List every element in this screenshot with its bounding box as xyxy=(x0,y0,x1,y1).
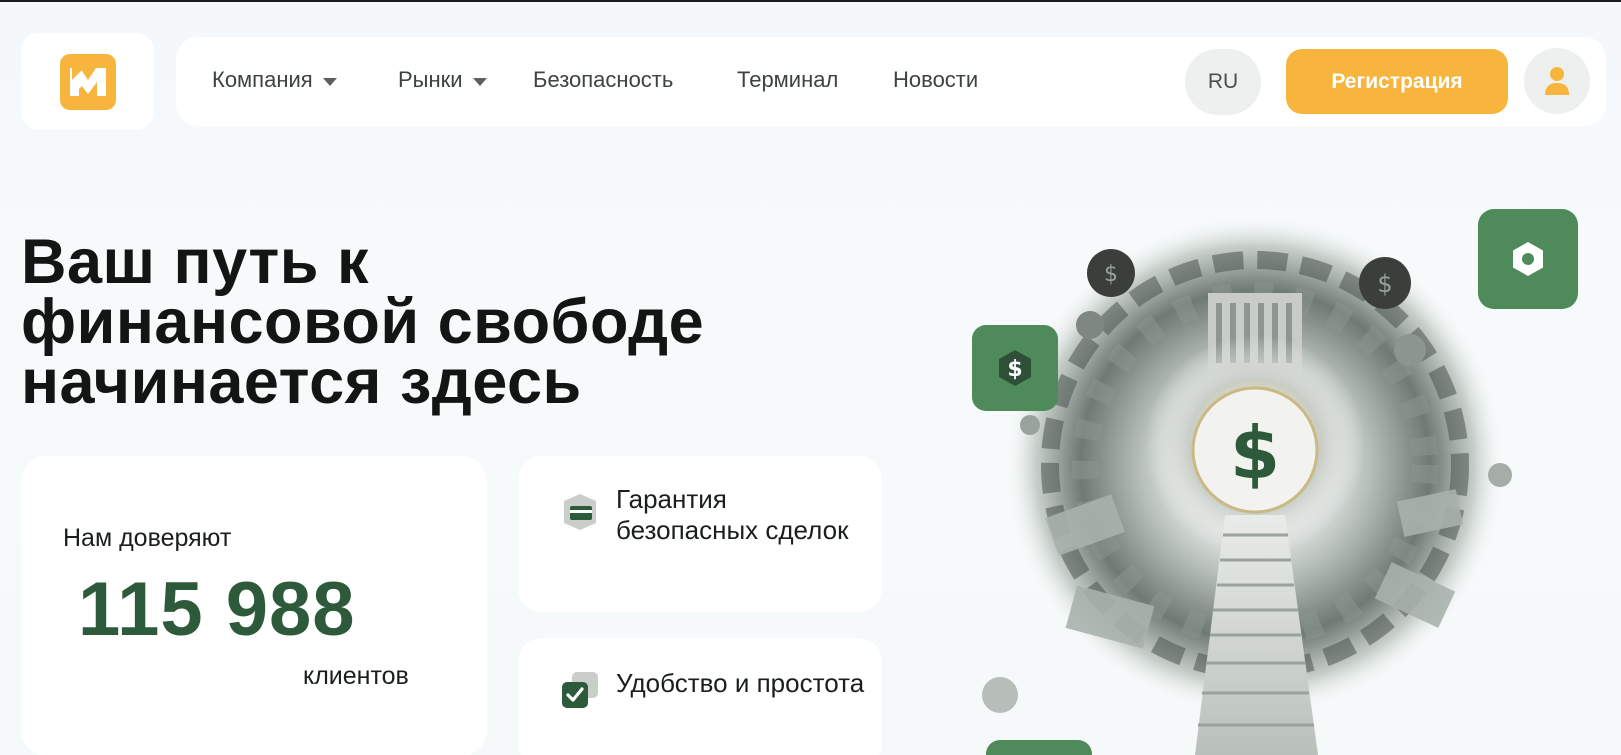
svg-text:$: $ xyxy=(1007,357,1022,382)
hero-title: Ваш путь к финансовой свободе начинается… xyxy=(21,227,921,417)
shield-card-icon xyxy=(560,492,600,532)
nav-item-label: Новости xyxy=(893,67,979,92)
dollar-icon: $ xyxy=(999,350,1031,386)
hero-title-line: начинается здесь xyxy=(21,347,582,417)
chevron-down-icon xyxy=(322,77,337,86)
register-button[interactable]: Регистрация xyxy=(1286,49,1508,114)
nav-item-markets[interactable]: Рынки xyxy=(398,67,487,93)
logo-link[interactable] xyxy=(21,33,154,130)
landing-page: Компания Рынки Безопасность Терминал Нов… xyxy=(0,0,1621,755)
feature-text: Удобство и простота xyxy=(616,668,865,698)
feature-text: Гарантия безопасных сделок xyxy=(616,484,849,545)
feature-card-convenience: Удобство и простота xyxy=(518,638,882,755)
nav-item-label: Безопасность xyxy=(533,67,674,92)
check-card-icon xyxy=(560,670,600,710)
center-dollar-symbol: $ xyxy=(1230,411,1280,495)
hero-title-line: Ваш путь к xyxy=(21,227,370,297)
nav-item-terminal[interactable]: Терминал xyxy=(737,67,838,93)
floating-dollar-badge: $ xyxy=(972,325,1058,411)
client-count-unit: клиентов xyxy=(303,662,409,690)
hex-nut-icon xyxy=(1513,242,1543,276)
brand-logo-icon xyxy=(59,53,116,110)
window-top-border xyxy=(0,0,1621,2)
trust-label: Нам доверяют xyxy=(63,524,232,552)
nav-item-security[interactable]: Безопасность xyxy=(533,67,673,93)
floating-bottom-badge xyxy=(986,740,1092,755)
user-account-button[interactable] xyxy=(1524,48,1590,114)
hero-title-line: финансовой свободе xyxy=(21,287,705,357)
nav-item-label: Рынки xyxy=(398,67,463,92)
nav-item-label: Терминал xyxy=(737,67,839,92)
language-switcher[interactable]: RU xyxy=(1185,49,1261,115)
client-count: 115 988 xyxy=(78,567,356,652)
nav-item-label: Компания xyxy=(212,67,313,92)
svg-text:$: $ xyxy=(1104,262,1118,287)
svg-text:$: $ xyxy=(1377,270,1392,298)
top-navbar: Компания Рынки Безопасность Терминал Нов… xyxy=(176,37,1606,126)
chevron-down-icon xyxy=(472,77,487,86)
user-icon xyxy=(1545,67,1569,95)
trust-card: Нам доверяют 115 988 клиентов xyxy=(21,456,487,755)
feature-card-safe-deals: Гарантия безопасных сделок xyxy=(518,456,882,612)
nav-item-news[interactable]: Новости xyxy=(893,67,978,93)
nav-item-company[interactable]: Компания xyxy=(212,67,337,93)
floating-hex-badge xyxy=(1478,209,1578,309)
